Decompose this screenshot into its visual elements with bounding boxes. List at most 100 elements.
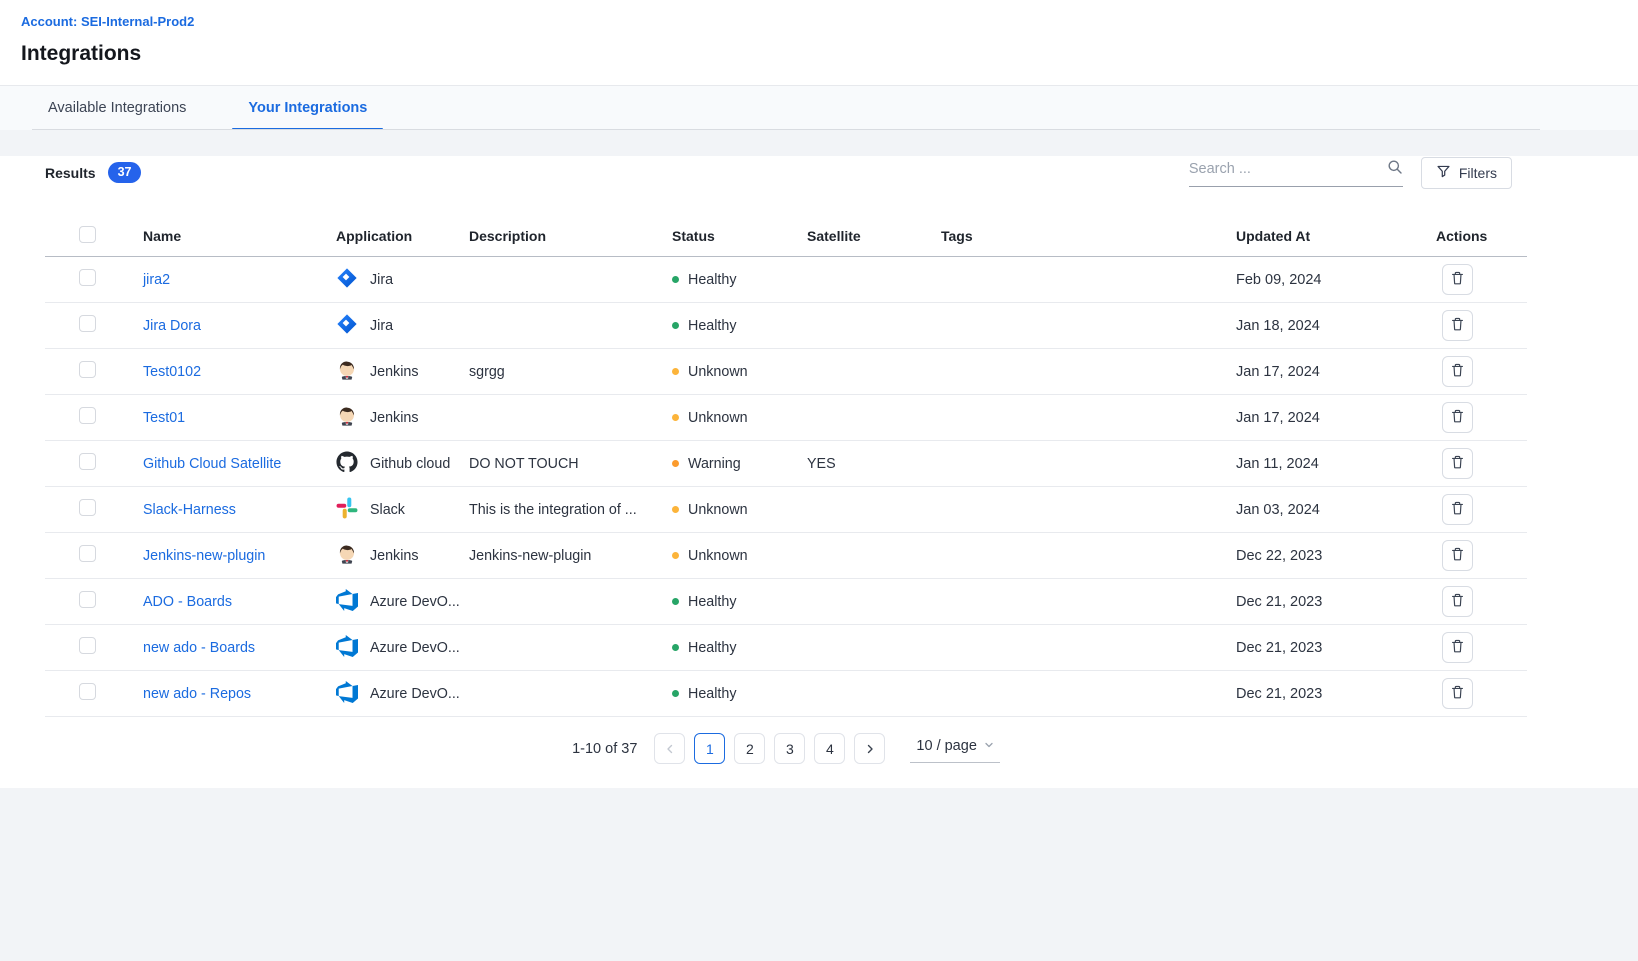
application-label: Jira xyxy=(370,272,393,288)
status-label: Unknown xyxy=(688,502,748,518)
filters-button[interactable]: Filters xyxy=(1421,157,1512,189)
table-row: new ado - Boards Azure DevO... Healthy D… xyxy=(45,625,1527,671)
trash-icon xyxy=(1450,408,1465,427)
delete-integration-button[interactable] xyxy=(1442,310,1473,341)
column-header-updated-at: Updated At xyxy=(1236,228,1436,244)
delete-integration-button[interactable] xyxy=(1442,494,1473,525)
delete-integration-button[interactable] xyxy=(1442,356,1473,387)
integration-name-link[interactable]: Github Cloud Satellite xyxy=(143,456,281,472)
description-cell: This is the integration of ... xyxy=(469,502,672,518)
updated-at-cell: Feb 09, 2024 xyxy=(1236,272,1436,288)
tab-your-integrations[interactable]: Your Integrations xyxy=(232,86,383,130)
integration-name-link[interactable]: jira2 xyxy=(143,272,170,288)
application-label: Azure DevO... xyxy=(370,640,460,656)
row-checkbox[interactable] xyxy=(79,545,96,562)
search-icon xyxy=(1387,159,1403,180)
trash-icon xyxy=(1450,546,1465,565)
tab-available-integrations[interactable]: Available Integrations xyxy=(32,86,202,130)
jenkins-logo-icon xyxy=(336,543,358,569)
trash-icon xyxy=(1450,684,1465,703)
row-checkbox[interactable] xyxy=(79,637,96,654)
status-dot xyxy=(672,552,679,559)
next-page-button[interactable] xyxy=(854,733,885,764)
slack-logo-icon xyxy=(336,497,358,523)
updated-at-cell: Jan 17, 2024 xyxy=(1236,410,1436,426)
integration-name-link[interactable]: new ado - Repos xyxy=(143,686,251,702)
azure-devops-logo-icon xyxy=(336,635,358,661)
trash-icon xyxy=(1450,362,1465,381)
column-header-name: Name xyxy=(143,228,336,244)
funnel-icon xyxy=(1436,164,1451,182)
integration-name-link[interactable]: Slack-Harness xyxy=(143,502,236,518)
table-row: Test0102 Jenkins sgrgg Unknown Jan 17, 2… xyxy=(45,349,1527,395)
trash-icon xyxy=(1450,270,1465,289)
integration-name-link[interactable]: ADO - Boards xyxy=(143,594,232,610)
application-label: Jenkins xyxy=(370,548,418,564)
page-button-4[interactable]: 4 xyxy=(814,733,845,764)
table-row: Jenkins-new-plugin Jenkins Jenkins-new-p… xyxy=(45,533,1527,579)
filters-button-label: Filters xyxy=(1459,165,1497,181)
row-checkbox[interactable] xyxy=(79,315,96,332)
page-button-2[interactable]: 2 xyxy=(734,733,765,764)
satellite-cell: YES xyxy=(807,456,941,472)
delete-integration-button[interactable] xyxy=(1442,586,1473,617)
column-header-tags: Tags xyxy=(941,228,1236,244)
integration-name-link[interactable]: Jira Dora xyxy=(143,318,201,334)
row-checkbox[interactable] xyxy=(79,361,96,378)
trash-icon xyxy=(1450,454,1465,473)
search-input[interactable] xyxy=(1189,161,1387,177)
status-dot xyxy=(672,460,679,467)
column-header-status: Status xyxy=(672,228,807,244)
status-label: Healthy xyxy=(688,318,736,334)
delete-integration-button[interactable] xyxy=(1442,632,1473,663)
column-header-description: Description xyxy=(469,228,672,244)
application-label: Jenkins xyxy=(370,364,418,380)
updated-at-cell: Jan 18, 2024 xyxy=(1236,318,1436,334)
row-checkbox[interactable] xyxy=(79,269,96,286)
description-cell: sgrgg xyxy=(469,364,672,380)
integration-name-link[interactable]: Jenkins-new-plugin xyxy=(143,548,265,564)
integration-name-link[interactable]: Test01 xyxy=(143,410,185,426)
application-label: Github cloud xyxy=(370,456,450,472)
updated-at-cell: Dec 22, 2023 xyxy=(1236,548,1436,564)
azure-devops-logo-icon xyxy=(336,589,358,615)
page-button-3[interactable]: 3 xyxy=(774,733,805,764)
table-row: Jira Dora Jira Healthy Jan 18, 2024 xyxy=(45,303,1527,349)
jira-logo-icon xyxy=(336,313,358,339)
status-label: Unknown xyxy=(688,410,748,426)
table-row: Test01 Jenkins Unknown Jan 17, 2024 xyxy=(45,395,1527,441)
application-label: Azure DevO... xyxy=(370,594,460,610)
status-label: Unknown xyxy=(688,364,748,380)
delete-integration-button[interactable] xyxy=(1442,678,1473,709)
page-button-1[interactable]: 1 xyxy=(694,733,725,764)
delete-integration-button[interactable] xyxy=(1442,540,1473,571)
row-checkbox[interactable] xyxy=(79,499,96,516)
delete-integration-button[interactable] xyxy=(1442,264,1473,295)
trash-icon xyxy=(1450,638,1465,657)
integrations-table: Name Application Description Status Sate… xyxy=(45,216,1527,717)
pagination-range-label: 1-10 of 37 xyxy=(572,741,637,757)
row-checkbox[interactable] xyxy=(79,591,96,608)
delete-integration-button[interactable] xyxy=(1442,402,1473,433)
top-header: Account: SEI-Internal-Prod2 Integrations xyxy=(0,0,1638,86)
row-checkbox[interactable] xyxy=(79,683,96,700)
chevron-right-icon xyxy=(864,743,876,755)
table-row: ADO - Boards Azure DevO... Healthy Dec 2… xyxy=(45,579,1527,625)
page-buttons: 1234 xyxy=(694,733,845,764)
integration-name-link[interactable]: new ado - Boards xyxy=(143,640,255,656)
trash-icon xyxy=(1450,316,1465,335)
results-label: Results xyxy=(45,165,96,181)
table-row: new ado - Repos Azure DevO... Healthy De… xyxy=(45,671,1527,717)
select-all-checkbox[interactable] xyxy=(79,226,96,243)
jenkins-logo-icon xyxy=(336,359,358,385)
previous-page-button[interactable] xyxy=(654,733,685,764)
status-dot xyxy=(672,276,679,283)
account-breadcrumb-link[interactable]: Account: SEI-Internal-Prod2 xyxy=(21,14,194,30)
row-checkbox[interactable] xyxy=(79,453,96,470)
row-checkbox[interactable] xyxy=(79,407,96,424)
page-size-select[interactable]: 10 / page xyxy=(910,734,999,763)
delete-integration-button[interactable] xyxy=(1442,448,1473,479)
integration-name-link[interactable]: Test0102 xyxy=(143,364,201,380)
status-label: Healthy xyxy=(688,272,736,288)
chevron-left-icon xyxy=(664,743,676,755)
